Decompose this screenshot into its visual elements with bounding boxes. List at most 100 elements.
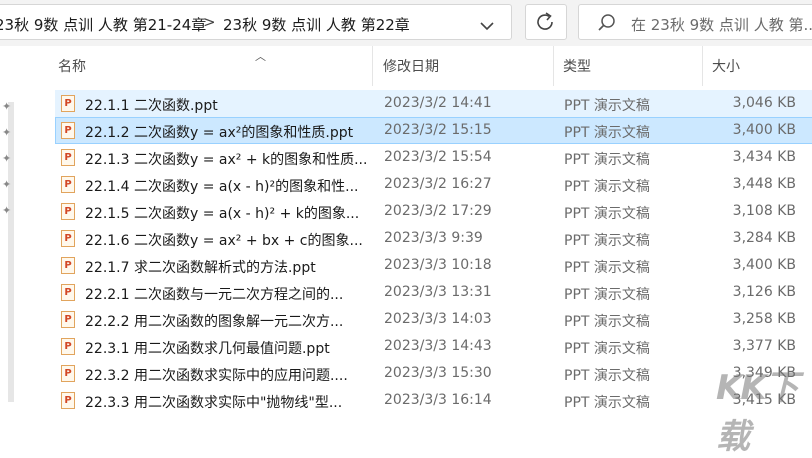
ppt-file-icon: P — [61, 122, 75, 139]
file-size: 3,448 KB — [732, 176, 796, 192]
file-type: PPT 演示文稿 — [564, 395, 650, 411]
file-type: PPT 演示文稿 — [564, 341, 650, 357]
file-size: 3,400 KB — [732, 257, 796, 273]
file-size: 3,400 KB — [732, 122, 796, 138]
file-name: 22.1.2 二次函数y = ax²的图象和性质.ppt — [85, 125, 354, 141]
file-size: 3,377 KB — [732, 338, 796, 354]
file-list: P 22.1.1 二次函数.ppt 2023/3/2 14:41 PPT 演示文稿 3,… — [55, 90, 812, 414]
file-modified-date: 2023/3/3 13:31 — [384, 284, 492, 300]
column-header: ︿ 名称 修改日期 类型 大小 — [50, 46, 812, 86]
nav-scrollbar[interactable] — [8, 102, 14, 402]
file-row[interactable]: P 22.3.1 用二次函数求几何最值问题.ppt 2023/3/3 14:43 PP… — [55, 333, 812, 360]
column-header-size[interactable]: 大小 — [712, 56, 740, 76]
file-type: PPT 演示文稿 — [564, 260, 650, 276]
refresh-icon — [537, 12, 553, 30]
file-modified-date: 2023/3/3 16:14 — [384, 392, 492, 408]
file-name: 22.2.1 二次函数与一元二次方程之间的... — [85, 287, 344, 303]
breadcrumb-item-current[interactable]: 23秋 9数 点训 人教 第22章 — [223, 14, 410, 35]
file-size: 3,046 KB — [732, 95, 796, 111]
file-name: 22.3.3 用二次函数求实际中"抛物线"型... — [85, 395, 343, 411]
ppt-file-icon: P — [61, 230, 75, 247]
file-type: PPT 演示文稿 — [564, 314, 650, 330]
pin-icon[interactable]: ✦ — [2, 152, 11, 165]
refresh-button[interactable] — [525, 4, 567, 40]
search-icon — [598, 14, 615, 31]
file-row[interactable]: P 22.2.1 二次函数与一元二次方程之间的... 2023/3/3 13:31 P… — [55, 279, 812, 306]
address-bar[interactable]: 23秋 9数 点训 人教 第21-24章 > 23秋 9数 点训 人教 第22章 — [0, 4, 512, 40]
file-row[interactable]: P 22.1.1 二次函数.ppt 2023/3/2 14:41 PPT 演示文稿 3,… — [55, 90, 812, 117]
breadcrumb-item-parent[interactable]: 23秋 9数 点训 人教 第21-24章 — [0, 14, 206, 35]
file-name: 22.1.6 二次函数y = ax² + bx + c的图象... — [85, 233, 363, 249]
ppt-file-icon: P — [61, 257, 75, 274]
file-name: 22.1.4 二次函数y = a(x - h)²的图象和性... — [85, 179, 359, 195]
file-name: 22.1.5 二次函数y = a(x - h)² + k的图象... — [85, 206, 360, 222]
file-row[interactable]: P 22.3.2 用二次函数求实际中的应用问题.... 2023/3/3 15:30… — [55, 360, 812, 387]
file-row[interactable]: P 22.1.3 二次函数y = ax² + k的图象和性质... 2023/3/2… — [55, 144, 812, 171]
pin-icon[interactable]: ✦ — [2, 204, 11, 217]
file-name: 22.1.7 求二次函数解析式的方法.ppt — [85, 260, 316, 276]
file-type: PPT 演示文稿 — [564, 233, 650, 249]
file-type: PPT 演示文稿 — [564, 152, 650, 168]
file-type: PPT 演示文稿 — [564, 179, 650, 195]
file-modified-date: 2023/3/2 15:54 — [384, 149, 492, 165]
column-header-date[interactable]: 修改日期 — [383, 56, 439, 76]
file-type: PPT 演示文稿 — [564, 206, 650, 222]
navigation-pane: ✦ ✦ ✦ ✦ ✦ — [0, 46, 40, 414]
file-row[interactable]: P 22.1.2 二次函数y = ax²的图象和性质.ppt 2023/3/2 15… — [55, 117, 812, 144]
column-header-type[interactable]: 类型 — [563, 56, 591, 76]
address-dropdown-button[interactable] — [468, 9, 506, 45]
file-type: PPT 演示文稿 — [564, 98, 650, 114]
ppt-file-icon: P — [61, 392, 75, 409]
file-modified-date: 2023/3/3 9:39 — [384, 230, 483, 246]
column-divider[interactable] — [553, 46, 554, 86]
address-toolbar: 23秋 9数 点训 人教 第21-24章 > 23秋 9数 点训 人教 第22章… — [0, 0, 812, 46]
file-modified-date: 2023/3/3 10:18 — [384, 257, 492, 273]
file-size: 3,434 KB — [732, 149, 796, 165]
file-type: PPT 演示文稿 — [564, 287, 650, 303]
ppt-file-icon: P — [61, 338, 75, 355]
file-name: 22.1.1 二次函数.ppt — [85, 98, 218, 114]
file-row[interactable]: P 22.2.2 用二次函数的图象解一元二次方... 2023/3/3 14:03 P… — [55, 306, 812, 333]
file-type: PPT 演示文稿 — [564, 125, 650, 141]
ppt-file-icon: P — [61, 284, 75, 301]
file-modified-date: 2023/3/2 14:41 — [384, 95, 492, 111]
file-size: 3,108 KB — [732, 203, 796, 219]
sort-up-icon: ︿ — [255, 50, 266, 63]
ppt-file-icon: P — [61, 203, 75, 220]
file-size: 3,284 KB — [732, 230, 796, 246]
file-modified-date: 2023/3/2 17:29 — [384, 203, 492, 219]
column-divider[interactable] — [372, 46, 373, 86]
file-name: 22.1.3 二次函数y = ax² + k的图象和性质... — [85, 152, 368, 168]
file-modified-date: 2023/3/3 14:43 — [384, 338, 492, 354]
file-size: 3,258 KB — [732, 311, 796, 327]
file-size: 3,126 KB — [732, 284, 796, 300]
file-name: 22.2.2 用二次函数的图象解一元二次方... — [85, 314, 344, 330]
pin-icon[interactable]: ✦ — [2, 126, 11, 139]
breadcrumb-separator[interactable]: > — [203, 13, 216, 31]
chevron-down-icon — [480, 22, 494, 31]
pin-icon[interactable]: ✦ — [2, 100, 11, 113]
watermark-logo: KK下载 — [716, 368, 799, 457]
file-name: 22.3.2 用二次函数求实际中的应用问题.... — [85, 368, 348, 384]
file-name: 22.3.1 用二次函数求几何最值问题.ppt — [85, 341, 330, 357]
file-modified-date: 2023/3/3 14:03 — [384, 311, 492, 327]
ppt-file-icon: P — [61, 95, 75, 112]
pin-icon[interactable]: ✦ — [2, 178, 11, 191]
file-type: PPT 演示文稿 — [564, 368, 650, 384]
column-header-name[interactable]: 名称 — [58, 56, 86, 76]
file-modified-date: 2023/3/2 15:15 — [384, 122, 492, 138]
file-row[interactable]: P 22.1.5 二次函数y = a(x - h)² + k的图象... 2023/… — [55, 198, 812, 225]
ppt-file-icon: P — [61, 311, 75, 328]
file-row[interactable]: P 22.3.3 用二次函数求实际中"抛物线"型... 2023/3/3 16:14… — [55, 387, 812, 414]
column-divider[interactable] — [702, 46, 703, 86]
file-row[interactable]: P 22.1.6 二次函数y = ax² + bx + c的图象... 2023/3… — [55, 225, 812, 252]
file-row[interactable]: P 22.1.4 二次函数y = a(x - h)²的图象和性... 2023/3/… — [55, 171, 812, 198]
ppt-file-icon: P — [61, 365, 75, 382]
search-input[interactable]: 在 23秋 9数 点训 人教 第... — [631, 14, 812, 35]
ppt-file-icon: P — [61, 176, 75, 193]
file-modified-date: 2023/3/2 16:27 — [384, 176, 492, 192]
file-modified-date: 2023/3/3 15:30 — [384, 365, 492, 381]
file-row[interactable]: P 22.1.7 求二次函数解析式的方法.ppt 2023/3/3 10:18 PPT… — [55, 252, 812, 279]
search-box[interactable]: 在 23秋 9数 点训 人教 第... — [578, 4, 812, 40]
ppt-file-icon: P — [61, 149, 75, 166]
